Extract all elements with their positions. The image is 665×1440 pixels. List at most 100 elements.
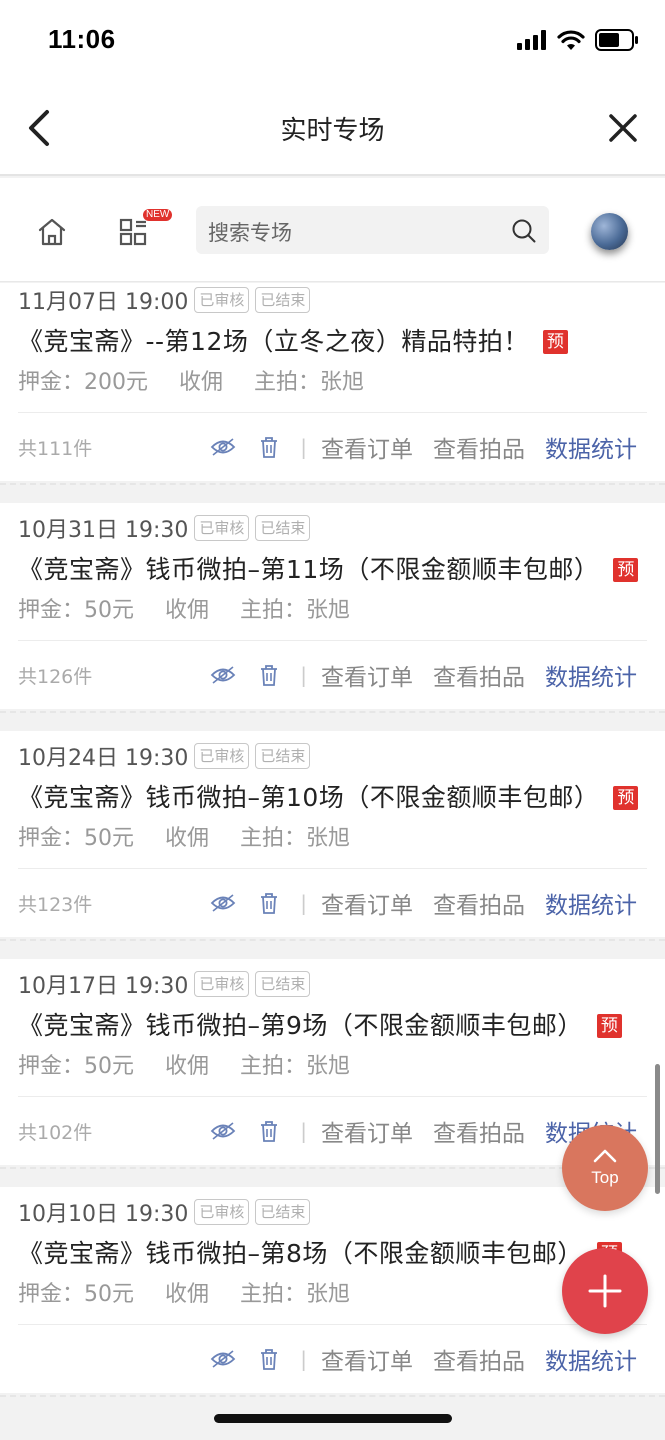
status-tag-ended: 已结束	[255, 743, 311, 769]
session-title[interactable]: 《竞宝斋》钱币微拍–第11场（不限金额顺丰包邮）预	[18, 548, 647, 591]
view-orders-link[interactable]: 查看订单	[321, 886, 413, 920]
session-date: 10月17日 19:30	[18, 974, 189, 999]
session-title[interactable]: 《竞宝斋》钱币微拍–第8场（不限金额顺丰包邮）预	[18, 1232, 647, 1275]
session-card[interactable]: 10月24日 19:30 已审核 已结束 《竞宝斋》钱币微拍–第10场（不限金额…	[0, 731, 665, 941]
host-text: 主拍：张旭	[254, 370, 365, 395]
fee-text: 收佣	[165, 1282, 210, 1307]
home-icon[interactable]	[36, 216, 68, 248]
item-count: 共126件	[18, 665, 93, 688]
pre-badge: 预	[542, 330, 568, 354]
divider: |	[300, 663, 307, 687]
grid-menu-icon[interactable]	[118, 216, 150, 248]
item-count: 共123件	[18, 893, 93, 916]
eye-icon[interactable]	[210, 436, 236, 458]
session-meta: 押金：50元 收佣 主拍：张旭	[18, 591, 647, 641]
session-footer: 共126件 | 查看订单 查看拍品 数据统计	[18, 641, 647, 709]
divider: |	[300, 891, 307, 915]
view-lots-link[interactable]: 查看拍品	[433, 430, 525, 464]
session-footer: | 查看订单 查看拍品 数据统计	[18, 1325, 647, 1393]
scrollbar[interactable]	[655, 1064, 660, 1194]
eye-icon[interactable]	[210, 664, 236, 686]
pre-badge: 预	[596, 1014, 622, 1038]
status-tag-reviewed: 已审核	[194, 515, 250, 541]
search-input[interactable]: 搜索专场	[196, 206, 549, 254]
deposit-text: 押金：50元	[18, 1054, 134, 1079]
nav-bar: 实时专场	[0, 80, 665, 176]
view-lots-link[interactable]: 查看拍品	[433, 886, 525, 920]
view-orders-link[interactable]: 查看订单	[321, 430, 413, 464]
wifi-icon	[557, 29, 585, 50]
status-tag-ended: 已结束	[255, 1199, 311, 1225]
session-title[interactable]: 《竞宝斋》钱币微拍–第10场（不限金额顺丰包邮）预	[18, 776, 647, 819]
eye-icon[interactable]	[210, 1348, 236, 1370]
trash-icon[interactable]	[256, 1120, 282, 1142]
pre-badge: 预	[613, 558, 639, 582]
session-title[interactable]: 《竞宝斋》--第12场（立冬之夜）精品特拍！预	[18, 320, 647, 363]
status-tag-reviewed: 已审核	[194, 287, 250, 313]
session-card[interactable]: 10月17日 19:30 已审核 已结束 《竞宝斋》钱币微拍–第9场（不限金额顺…	[0, 959, 665, 1169]
search-placeholder: 搜索专场	[208, 221, 292, 245]
fee-text: 收佣	[165, 598, 210, 623]
item-count: 共102件	[18, 1121, 93, 1144]
trash-icon[interactable]	[256, 1348, 282, 1370]
session-card[interactable]: 11月07日 19:00 已审核 已结束 《竞宝斋》--第12场（立冬之夜）精品…	[0, 283, 665, 485]
status-tag-reviewed: 已审核	[194, 971, 250, 997]
eye-icon[interactable]	[210, 1120, 236, 1142]
divider: |	[300, 435, 307, 459]
session-date: 10月24日 19:30	[18, 746, 189, 771]
close-icon[interactable]	[603, 108, 643, 148]
session-title[interactable]: 《竞宝斋》钱币微拍–第9场（不限金额顺丰包邮）预	[18, 1004, 647, 1047]
status-icons	[517, 28, 639, 52]
divider: |	[300, 1347, 307, 1371]
divider: |	[300, 1119, 307, 1143]
session-date: 10月10日 19:30	[18, 1202, 189, 1227]
view-orders-link[interactable]: 查看订单	[321, 1342, 413, 1376]
trash-icon[interactable]	[256, 436, 282, 458]
session-footer: 共111件 | 查看订单 查看拍品 数据统计	[18, 413, 647, 481]
item-count: 共111件	[18, 437, 93, 460]
signal-icon	[517, 30, 546, 50]
view-lots-link[interactable]: 查看拍品	[433, 658, 525, 692]
search-icon[interactable]	[511, 218, 537, 244]
host-text: 主拍：张旭	[240, 1054, 351, 1079]
statistics-link[interactable]: 数据统计	[545, 1342, 637, 1376]
status-tag-ended: 已结束	[255, 971, 311, 997]
trash-icon[interactable]	[256, 664, 282, 686]
back-to-top-button[interactable]: Top	[562, 1125, 648, 1211]
session-meta: 押金：50元 收佣 主拍：张旭	[18, 1275, 647, 1325]
statistics-link[interactable]: 数据统计	[545, 430, 637, 464]
status-tag-ended: 已结束	[255, 287, 311, 313]
view-orders-link[interactable]: 查看订单	[321, 1114, 413, 1148]
statistics-link[interactable]: 数据统计	[545, 886, 637, 920]
fee-text: 收佣	[179, 370, 224, 395]
home-indicator	[214, 1414, 452, 1423]
session-meta: 押金：200元 收佣 主拍：张旭	[18, 363, 647, 413]
battery-icon	[595, 29, 638, 51]
eye-icon[interactable]	[210, 892, 236, 914]
new-badge: NEW	[143, 209, 173, 221]
page-title: 实时专场	[280, 116, 385, 146]
host-text: 主拍：张旭	[240, 598, 351, 623]
status-tag-reviewed: 已审核	[194, 1199, 250, 1225]
status-tag-ended: 已结束	[255, 515, 311, 541]
session-footer: 共123件 | 查看订单 查看拍品 数据统计	[18, 869, 647, 937]
view-orders-link[interactable]: 查看订单	[321, 658, 413, 692]
fee-text: 收佣	[165, 1054, 210, 1079]
add-session-button[interactable]	[562, 1248, 648, 1334]
status-bar: 11:06	[0, 0, 665, 80]
status-time: 11:06	[48, 24, 116, 54]
view-lots-link[interactable]: 查看拍品	[433, 1342, 525, 1376]
trash-icon[interactable]	[256, 892, 282, 914]
host-text: 主拍：张旭	[240, 826, 351, 851]
statistics-link[interactable]: 数据统计	[545, 658, 637, 692]
session-list: 11月07日 19:00 已审核 已结束 《竞宝斋》--第12场（立冬之夜）精品…	[0, 283, 665, 1440]
pre-badge: 预	[613, 786, 639, 810]
top-label: Top	[591, 1168, 619, 1187]
deposit-text: 押金：50元	[18, 1282, 134, 1307]
view-lots-link[interactable]: 查看拍品	[433, 1114, 525, 1148]
session-card[interactable]: 10月31日 19:30 已审核 已结束 《竞宝斋》钱币微拍–第11场（不限金额…	[0, 503, 665, 713]
plus-icon	[588, 1274, 622, 1308]
session-meta: 押金：50元 收佣 主拍：张旭	[18, 819, 647, 869]
avatar[interactable]	[591, 213, 628, 250]
session-date: 10月31日 19:30	[18, 518, 189, 543]
